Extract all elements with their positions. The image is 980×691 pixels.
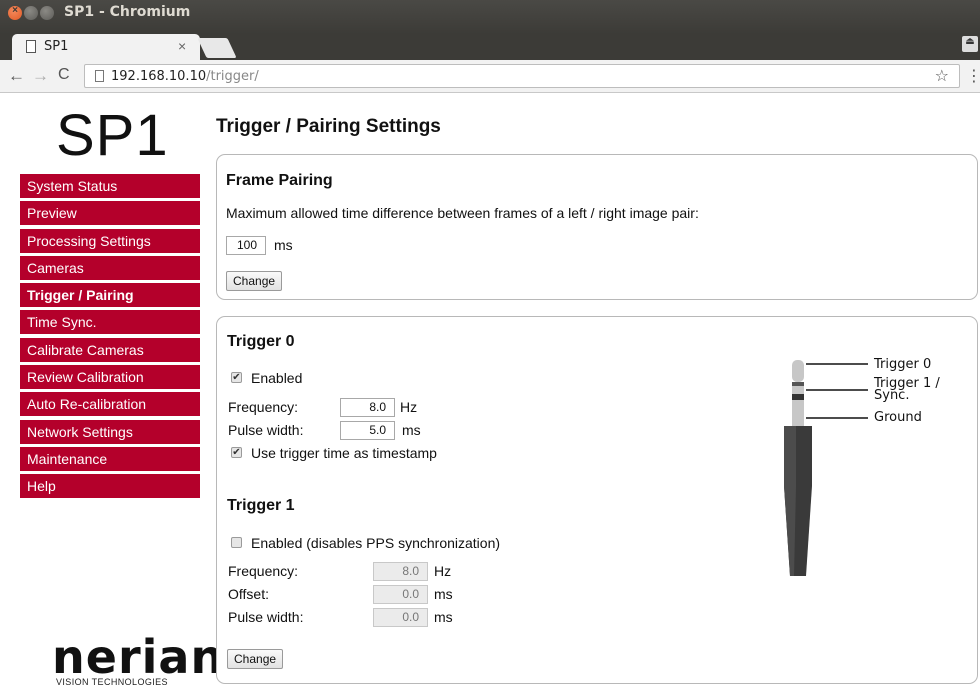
sidebar-item-maintenance[interactable]: Maintenance bbox=[20, 446, 200, 471]
frame-pairing-description: Maximum allowed time difference between … bbox=[226, 205, 699, 221]
frame-pairing-change-button[interactable]: Change bbox=[226, 271, 283, 291]
sidebar-item-system-status[interactable]: System Status bbox=[20, 174, 200, 198]
document-icon bbox=[26, 40, 36, 53]
trigger0-pulse-unit: ms bbox=[402, 422, 421, 438]
browser-toolbar: ← → C 192.168.10.10/trigger/ ☆ bbox=[0, 60, 980, 93]
window-minimize-button[interactable] bbox=[24, 6, 38, 20]
trigger1-offset-unit: ms bbox=[434, 586, 453, 602]
max-time-difference-input[interactable]: 100 bbox=[226, 236, 266, 255]
close-icon: × bbox=[12, 5, 18, 16]
trigger0-pulse-label: Pulse width: bbox=[228, 422, 304, 438]
sidebar-item-network-settings[interactable]: Network Settings bbox=[20, 419, 200, 444]
profile-icon[interactable]: ⏏ bbox=[962, 36, 978, 52]
connector-label-sync: Sync. bbox=[874, 388, 910, 403]
sp1-logo: SP1 bbox=[56, 103, 169, 168]
trigger0-frequency-input[interactable]: 8.0 bbox=[340, 398, 395, 417]
back-arrow-icon[interactable]: ← bbox=[8, 66, 25, 86]
trigger1-offset-input[interactable]: 0.0 bbox=[373, 585, 428, 604]
trigger0-timestamp-checkbox[interactable]: ✔ bbox=[231, 447, 242, 458]
trigger1-enabled-checkbox[interactable] bbox=[231, 537, 242, 548]
trigger-connector-diagram: Trigger 0 Trigger 1 / Sync. Ground bbox=[770, 356, 950, 591]
sidebar-nav: System Status Preview Processing Settings C… bbox=[20, 174, 200, 502]
trigger0-enabled-checkbox[interactable]: ✔ bbox=[231, 372, 242, 383]
connector-label-ground: Ground bbox=[874, 410, 922, 425]
page-title: Trigger / Pairing Settings bbox=[216, 116, 441, 137]
trigger0-frequency-label: Frequency: bbox=[228, 399, 299, 415]
tab-title: SP1 bbox=[44, 39, 69, 54]
page-icon bbox=[95, 70, 104, 82]
trigger1-frequency-label: Frequency: bbox=[228, 563, 299, 579]
trigger1-pulse-label: Pulse width: bbox=[228, 609, 304, 625]
sidebar-item-calibrate-cameras[interactable]: Calibrate Cameras bbox=[20, 337, 200, 362]
max-time-difference-unit: ms bbox=[274, 237, 293, 253]
page-content: SP1 System Status Preview Processing Setti… bbox=[0, 94, 980, 691]
trigger1-offset-label: Offset: bbox=[228, 586, 269, 602]
trigger1-frequency-input[interactable]: 8.0 bbox=[373, 562, 428, 581]
window-close-button[interactable]: × bbox=[8, 5, 22, 20]
tab-close-icon[interactable]: × bbox=[178, 38, 186, 54]
sidebar-item-time-sync[interactable]: Time Sync. bbox=[20, 310, 200, 335]
trigger0-enabled-label: Enabled bbox=[251, 370, 303, 386]
sidebar-item-help[interactable]: Help bbox=[20, 474, 200, 499]
browser-menu-icon[interactable]: ⋮ bbox=[966, 66, 980, 86]
url-host: 192.168.10.10 bbox=[111, 69, 207, 84]
frame-pairing-heading: Frame Pairing bbox=[226, 172, 333, 189]
window-title: SP1 - Chromium bbox=[64, 4, 191, 20]
window-titlebar: × SP1 - Chromium bbox=[0, 0, 980, 34]
reload-icon[interactable]: C bbox=[58, 66, 70, 84]
bookmark-star-icon[interactable]: ☆ bbox=[935, 66, 949, 86]
browser-tab[interactable]: SP1 × bbox=[12, 34, 200, 61]
trigger1-frequency-unit: Hz bbox=[434, 563, 452, 579]
trigger0-timestamp-label: Use trigger time as timestamp bbox=[251, 445, 437, 461]
trigger1-pulse-input[interactable]: 0.0 bbox=[373, 608, 428, 627]
sidebar-item-auto-re-calibration[interactable]: Auto Re-calibration bbox=[20, 392, 200, 417]
sidebar-item-cameras[interactable]: Cameras bbox=[20, 255, 200, 280]
sidebar-item-trigger-pairing[interactable]: Trigger / Pairing bbox=[20, 283, 200, 308]
trigger-change-button[interactable]: Change bbox=[227, 649, 284, 669]
trigger0-heading: Trigger 0 bbox=[227, 333, 295, 350]
trigger1-heading: Trigger 1 bbox=[227, 497, 295, 514]
url-text: 192.168.10.10/trigger/ bbox=[111, 69, 259, 84]
trigger1-pulse-unit: ms bbox=[434, 609, 453, 625]
brand-name: nerian bbox=[52, 630, 225, 684]
window-maximize-button[interactable] bbox=[40, 6, 54, 20]
trigger1-enabled-label: Enabled (disables PPS synchronization) bbox=[251, 535, 501, 551]
sidebar-item-preview[interactable]: Preview bbox=[20, 201, 200, 226]
url-path: /trigger/ bbox=[206, 69, 259, 84]
forward-arrow-icon[interactable]: → bbox=[32, 66, 49, 86]
connector-label-trigger0: Trigger 0 bbox=[874, 357, 932, 372]
sidebar-item-processing-settings[interactable]: Processing Settings bbox=[20, 228, 200, 253]
frame-pairing-panel: Frame Pairing Maximum allowed time diffe… bbox=[216, 154, 978, 300]
trigger0-pulse-input[interactable]: 5.0 bbox=[340, 421, 395, 440]
trigger0-frequency-unit: Hz bbox=[400, 399, 418, 415]
nerian-logo: nerian VISION TECHNOLOGIES bbox=[52, 630, 225, 687]
sidebar-item-review-calibration[interactable]: Review Calibration bbox=[20, 365, 200, 390]
address-bar[interactable]: 192.168.10.10/trigger/ ☆ bbox=[84, 64, 960, 88]
